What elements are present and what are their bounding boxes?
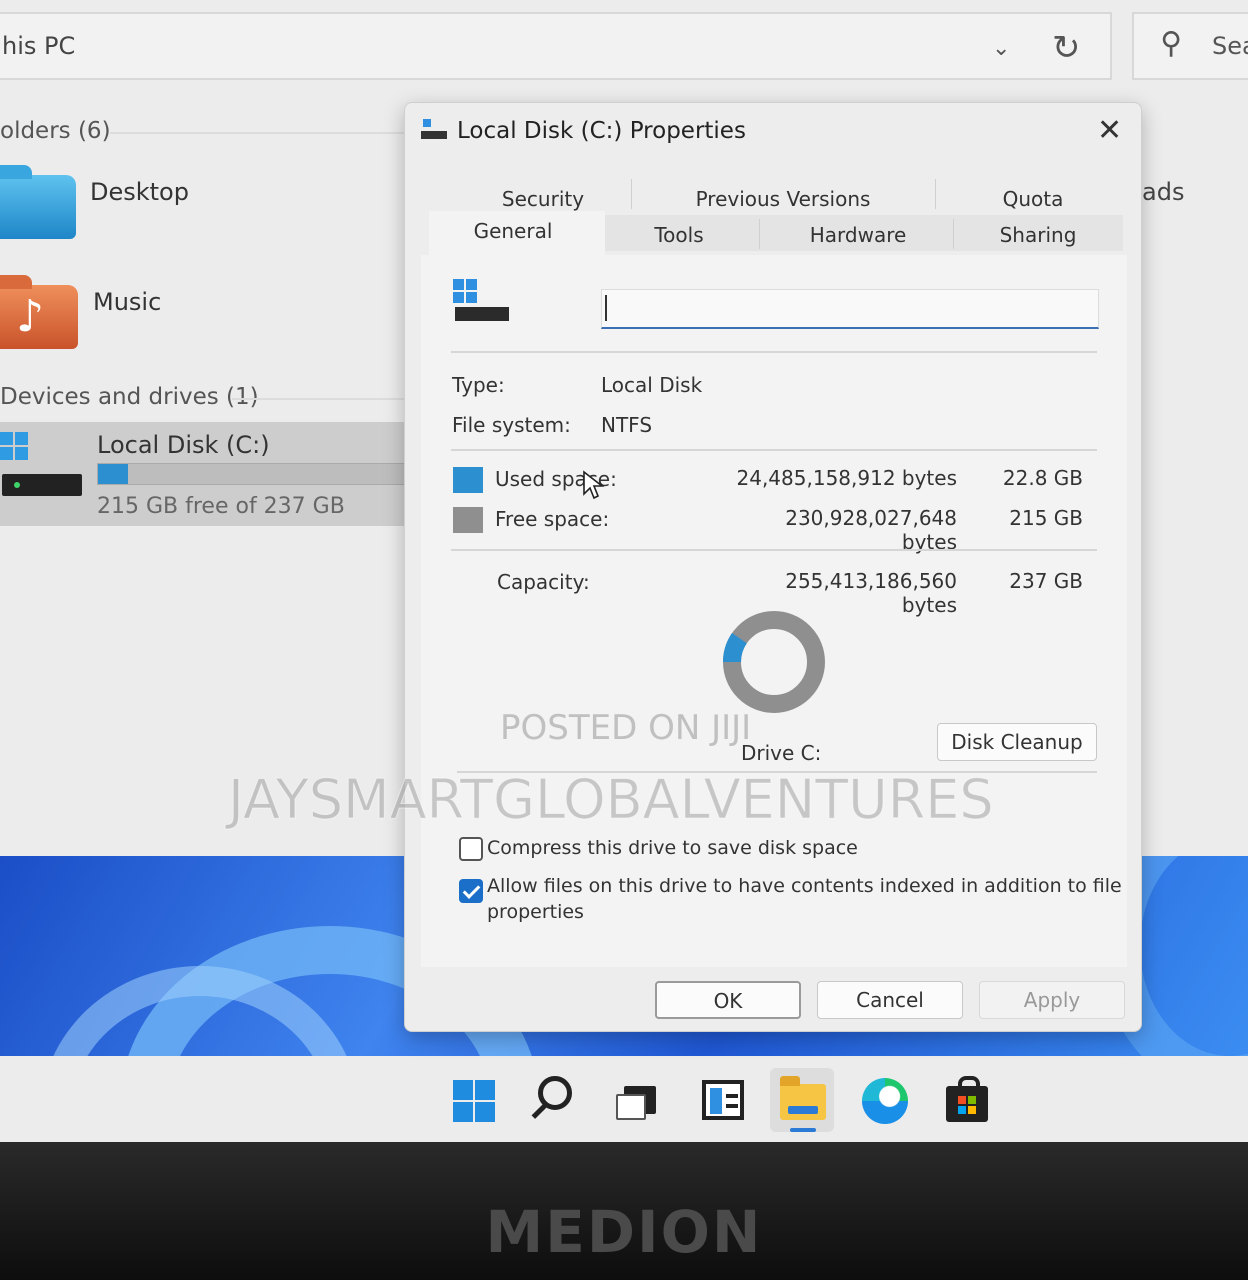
search-placeholder: Sea	[1212, 32, 1248, 60]
tab-security[interactable]: Security	[453, 187, 633, 211]
file-system-label: File system:	[452, 413, 571, 437]
drive-name: Local Disk (C:)	[97, 431, 270, 459]
used-space-size: 22.8 GB	[1002, 466, 1083, 490]
hard-drive-icon	[2, 474, 82, 496]
drive-usage-fill	[98, 464, 128, 484]
apply-button[interactable]: Apply	[979, 981, 1125, 1019]
start-icon[interactable]	[442, 1068, 506, 1132]
text-caret	[605, 295, 607, 321]
folders-header[interactable]: olders (6)	[0, 118, 111, 144]
free-space-size: 215 GB	[1009, 506, 1083, 530]
edge-icon[interactable]	[852, 1068, 916, 1132]
type-label: Type:	[452, 373, 505, 397]
tab-separator	[953, 219, 954, 249]
drive-free-text: 215 GB free of 237 GB	[97, 494, 345, 519]
folder-name-desktop[interactable]: Desktop	[90, 178, 189, 206]
free-space-label: Free space:	[495, 507, 610, 531]
drive-letter-label: Drive C:	[741, 741, 822, 765]
taskbar	[0, 1056, 1248, 1142]
close-icon[interactable]: ✕	[1097, 113, 1122, 148]
refresh-icon[interactable]: ↻	[1052, 28, 1081, 68]
search-box[interactable]: ⚲ Sea	[1132, 12, 1248, 80]
task-view-icon[interactable]	[606, 1068, 670, 1132]
store-icon[interactable]	[934, 1068, 998, 1132]
disk-cleanup-button[interactable]: Disk Cleanup	[937, 723, 1097, 761]
watermark-line-1: POSTED ON JIJI	[500, 708, 752, 748]
free-space-bytes: 230,928,027,648 bytes	[785, 506, 957, 554]
tab-quota[interactable]: Quota	[963, 187, 1103, 211]
ok-button[interactable]: OK	[655, 981, 801, 1019]
mouse-pointer-icon	[583, 470, 605, 500]
tab-sharing[interactable]: Sharing	[973, 223, 1103, 247]
dialog-title: Local Disk (C:) Properties	[457, 118, 746, 144]
used-space-bytes: 24,485,158,912 bytes	[736, 466, 958, 490]
search-icon: ⚲	[1160, 26, 1182, 61]
file-explorer-icon[interactable]	[770, 1068, 834, 1132]
divider	[451, 549, 1097, 551]
properties-dialog: Local Disk (C:) Properties ✕ Security Pr…	[404, 102, 1142, 1032]
tab-previous-versions[interactable]: Previous Versions	[663, 187, 903, 211]
brand-logo: MEDION	[485, 1198, 763, 1266]
index-checkbox[interactable]	[459, 879, 483, 903]
compress-label[interactable]: Compress this drive to save disk space	[487, 835, 858, 861]
tab-strip: Security Previous Versions Quota General…	[423, 175, 1123, 259]
music-folder-icon[interactable]: ♪	[0, 275, 78, 349]
cancel-button[interactable]: Cancel	[817, 981, 963, 1019]
compress-checkbox[interactable]	[459, 837, 483, 861]
widgets-icon[interactable]	[688, 1068, 752, 1132]
search-icon[interactable]	[526, 1068, 590, 1132]
drive-name-input[interactable]	[601, 289, 1099, 329]
address-text: his PC	[2, 32, 76, 60]
devices-header-rule	[232, 398, 404, 400]
folders-header-rule	[110, 132, 404, 134]
address-bar[interactable]: his PC ⌄ ↻	[0, 12, 1112, 80]
downloads-fragment[interactable]: ads	[1142, 178, 1184, 206]
divider	[451, 351, 1097, 353]
local-disk-icon	[453, 279, 513, 325]
file-system-value: NTFS	[601, 413, 653, 437]
capacity-label: Capacity:	[497, 570, 590, 594]
donut-free-segment	[723, 611, 825, 713]
tab-general[interactable]: General	[433, 219, 593, 243]
devices-header[interactable]: Devices and drives (1)	[0, 384, 259, 410]
usage-donut-chart	[723, 611, 825, 713]
divider	[451, 449, 1097, 451]
watermark-line-2: JAYSMARTGLOBALVENTURES	[228, 768, 995, 832]
desktop-folder-icon[interactable]	[0, 165, 76, 239]
used-space-swatch	[453, 467, 483, 493]
folder-name-music[interactable]: Music	[93, 288, 161, 316]
windows-drive-icon	[0, 432, 30, 462]
chevron-down-icon[interactable]: ⌄	[992, 36, 1010, 61]
music-note-icon: ♪	[16, 291, 45, 342]
tab-separator	[759, 219, 760, 249]
drive-usage-bar	[97, 463, 409, 485]
index-label-line1[interactable]: Allow files on this drive to have conten…	[487, 873, 1122, 899]
free-space-swatch	[453, 507, 483, 533]
tab-tools[interactable]: Tools	[609, 223, 749, 247]
tab-separator	[935, 179, 936, 209]
drive-title-icon	[421, 119, 447, 141]
type-value: Local Disk	[601, 373, 703, 397]
index-label-line2[interactable]: properties	[487, 899, 584, 925]
tab-hardware[interactable]: Hardware	[773, 223, 943, 247]
capacity-size: 237 GB	[1009, 569, 1083, 593]
